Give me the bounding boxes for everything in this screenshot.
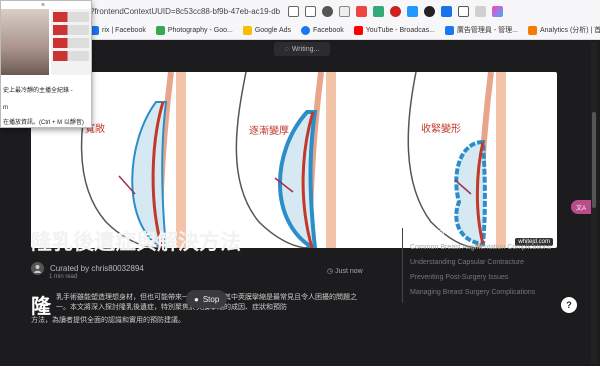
extension-toolbar	[288, 5, 503, 17]
user-icon	[34, 265, 41, 273]
stop-label: Stop	[202, 294, 220, 304]
youtube-icon	[353, 25, 363, 35]
facebook-icon	[301, 25, 311, 35]
spinner-icon: ◌	[284, 45, 289, 53]
bookmark-item[interactable]: Facebook	[301, 25, 344, 35]
popup-video-title: 史上最冷靜的主播全紀錄 -	[3, 88, 73, 94]
scrollbar-thumb[interactable]	[592, 112, 596, 208]
extension-red-icon[interactable]	[356, 5, 367, 17]
hero-label-3: 收緊變形	[421, 124, 461, 135]
posted-time: ◷ Just now	[327, 267, 363, 276]
bookmark-label: 廣告管理員 - 管理...	[456, 27, 518, 34]
address-bar[interactable]: ?frontendContextUUID=8c53cc88-bf9b-47eb-…	[90, 2, 600, 20]
video-list-thumbnail[interactable]	[51, 9, 91, 75]
extension-translate-icon[interactable]	[441, 5, 452, 17]
stop-icon: ●	[194, 294, 199, 304]
article-body-cont: 方法，為讀者提供全面的認識和實用的預防建議。	[31, 316, 185, 324]
toc-item-complications[interactable]: Common Breast Augmentation Complications	[410, 243, 562, 252]
photos-icon	[155, 25, 165, 35]
video-list-row	[53, 25, 89, 35]
url-text[interactable]: ?frontendContextUUID=8c53cc88-bf9b-47eb-…	[90, 7, 280, 16]
hero-image: 寬敞 逐漸變厚 收緊變形 whitejd.com	[31, 72, 557, 248]
clock-icon: ◷	[327, 268, 334, 275]
bookmark-label: Analytics (分析) | 首頁	[539, 27, 600, 34]
toc-item-capsular-contracture[interactable]: Understanding Capsular Contracture	[410, 258, 562, 267]
table-of-contents: Introduction Common Breast Augmentation …	[402, 228, 562, 303]
meta-ads-icon	[444, 25, 454, 35]
posted-label: Just now	[335, 267, 363, 275]
video-list-row	[53, 38, 89, 48]
popup-text: m	[3, 105, 8, 111]
read-aloud-icon[interactable]	[322, 5, 333, 17]
screenshot-icon[interactable]	[288, 5, 299, 17]
author-row: Curated by chris80032894	[31, 262, 144, 275]
capsular-contracture-illustration	[80, 72, 506, 248]
copilot-icon[interactable]	[492, 5, 503, 17]
bookmark-item[interactable]: 廣告管理員 - 管理...	[444, 25, 518, 35]
bookmark-item[interactable]: Google Ads	[242, 25, 292, 35]
translate-button[interactable]: 文A	[571, 200, 591, 214]
google-ads-icon	[242, 25, 252, 35]
extension-green-icon[interactable]	[373, 5, 384, 17]
article-title: 隆乳後遺症與解決方法	[31, 230, 241, 254]
stop-button[interactable]: ● Stop	[186, 290, 228, 308]
toc-item-introduction[interactable]: Introduction	[410, 228, 562, 237]
analytics-icon	[527, 25, 537, 35]
chatgpt-icon[interactable]	[424, 5, 435, 17]
video-thumbnail[interactable]	[1, 9, 49, 75]
video-list-row	[53, 51, 89, 61]
extension-blue-icon[interactable]	[407, 5, 418, 17]
popup-hint: 在播放資訊。(Ctrl + M 以靜音)	[3, 120, 84, 126]
bookmark-item[interactable]: Photography - Goo...	[155, 25, 233, 35]
bookmark-label: YouTube - Broadcas...	[365, 26, 435, 34]
video-popup[interactable]: × 史上最冷靜的主播全紀錄 - m 在播放資訊。(Ctrl + M 以靜音)	[0, 0, 92, 128]
bookmark-item[interactable]: Analytics (分析) | 首頁	[527, 25, 600, 35]
bookmark-item[interactable]: YouTube - Broadcas...	[353, 25, 435, 35]
bookmark-label: Google Ads	[254, 26, 292, 34]
bookmark-item[interactable]: rix | Facebook	[90, 25, 146, 35]
bookmark-label: Photography - Goo...	[167, 26, 233, 34]
bookmark-label: Facebook	[313, 26, 344, 34]
star-icon[interactable]	[339, 5, 350, 17]
extension-record-icon[interactable]	[390, 5, 401, 17]
avatar[interactable]	[31, 262, 44, 275]
toc-item-managing[interactable]: Managing Breast Surgery Complications	[410, 288, 562, 297]
sidebar-icon[interactable]	[475, 5, 486, 17]
toc-item-preventing[interactable]: Preventing Post-Surgery Issues	[410, 273, 562, 282]
download-icon[interactable]	[305, 5, 316, 17]
hero-label-2: 逐漸變厚	[249, 126, 289, 137]
puzzle-icon[interactable]	[458, 5, 469, 17]
author-name[interactable]: Curated by chris80032894	[50, 264, 144, 273]
bookmark-label: rix | Facebook	[102, 26, 146, 34]
scrollbar[interactable]	[591, 42, 597, 364]
writing-status: ◌ Writing...	[274, 42, 330, 56]
video-list-row	[53, 12, 89, 22]
help-button[interactable]: ?	[561, 297, 577, 313]
read-time: 1 min read	[49, 274, 78, 280]
bookmarks-bar: rix | Facebook Photography - Goo... Goog…	[90, 22, 600, 38]
writing-label: Writing...	[291, 45, 320, 53]
close-icon[interactable]: ×	[41, 2, 45, 9]
